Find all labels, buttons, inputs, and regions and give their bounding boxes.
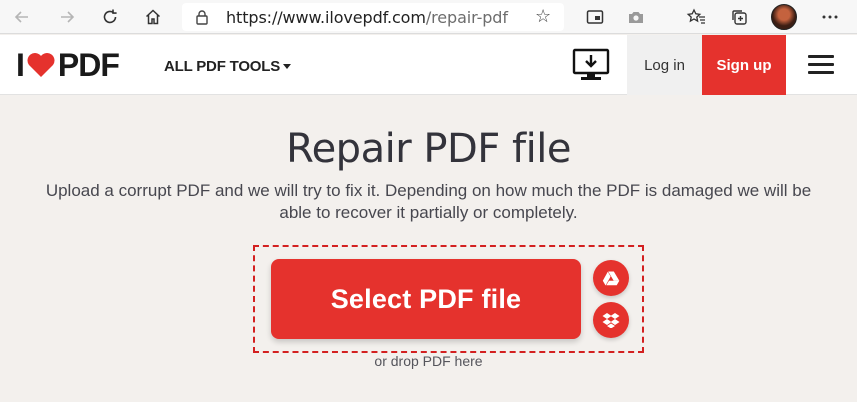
more-icon[interactable]: [817, 4, 843, 30]
drop-hint: or drop PDF here: [374, 353, 483, 369]
page-subtitle: Upload a corrupt PDF and we will try to …: [45, 181, 812, 222]
dropbox-icon: [602, 313, 620, 328]
favorites-icon[interactable]: [683, 4, 709, 30]
signup-button[interactable]: Sign up: [702, 35, 786, 95]
ilovepdf-logo[interactable]: I PDF: [16, 46, 120, 83]
refresh-icon[interactable]: [97, 4, 123, 30]
immersive-reader-icon[interactable]: [582, 4, 608, 30]
star-icon[interactable]: ☆: [535, 6, 551, 27]
url-text: https://www.ilovepdf.com/repair-pdf: [226, 8, 508, 27]
login-button[interactable]: Log in: [627, 35, 702, 95]
heart-icon: [27, 53, 55, 77]
hamburger-menu-icon[interactable]: [808, 53, 836, 75]
caret-down-icon: [283, 64, 292, 69]
page-title: Repair PDF file: [286, 126, 571, 172]
google-drive-icon: [602, 271, 620, 286]
site-header: I PDF ALL PDF TOOLS Log in Sign up: [0, 35, 857, 95]
camera-icon[interactable]: [623, 4, 649, 30]
all-pdf-tools-menu[interactable]: ALL PDF TOOLS: [164, 58, 292, 75]
home-icon[interactable]: [140, 4, 166, 30]
forward-arrow-icon[interactable]: [54, 4, 80, 30]
lock-icon: [196, 10, 208, 25]
browser-toolbar: https://www.ilovepdf.com/repair-pdf ☆: [0, 0, 857, 34]
select-pdf-button[interactable]: Select PDF file: [271, 259, 581, 339]
collections-icon[interactable]: [726, 4, 752, 30]
tools-label: ALL PDF TOOLS: [164, 58, 281, 75]
logo-letter: I: [16, 46, 25, 83]
dropbox-button[interactable]: [593, 302, 629, 338]
address-bar[interactable]: https://www.ilovepdf.com/repair-pdf ☆: [182, 3, 564, 31]
desktop-download-icon[interactable]: [571, 48, 611, 82]
logo-text: PDF: [57, 46, 120, 83]
back-arrow-icon[interactable]: [9, 4, 35, 30]
google-drive-button[interactable]: [593, 260, 629, 296]
profile-avatar[interactable]: [771, 4, 797, 30]
